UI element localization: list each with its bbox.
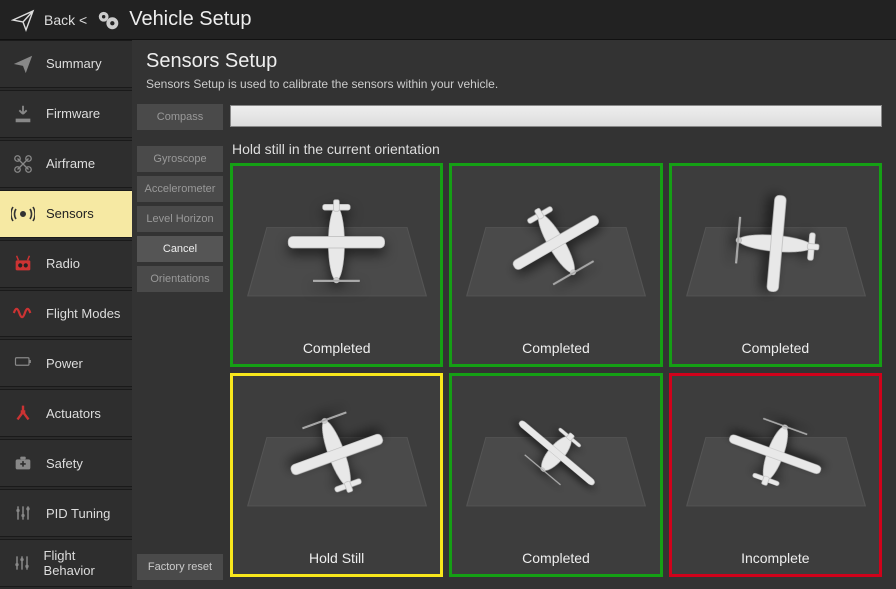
sidebar-item-flight-modes[interactable]: Flight Modes <box>0 290 132 338</box>
page-title: Sensors Setup <box>146 50 882 73</box>
vehicle-icon <box>268 186 405 301</box>
vehicle-icon <box>707 186 844 301</box>
sidebar-item-label: Airframe <box>46 156 95 171</box>
sidebar-item-label: Radio <box>46 256 80 271</box>
sidebar: Summary Firmware Airframe Sensors Radio <box>0 40 132 589</box>
battery-icon <box>10 350 36 376</box>
radio-icon <box>10 251 36 277</box>
page-section-title: Vehicle Setup <box>123 8 251 31</box>
download-icon <box>10 101 36 127</box>
vehicle-icon <box>488 186 625 301</box>
orientation-grid: Completed Completed Completed Hold Still… <box>230 163 888 581</box>
sliders-icon <box>10 550 34 576</box>
sidebar-item-summary[interactable]: Summary <box>0 40 132 88</box>
cancel-button[interactable]: Cancel <box>136 235 224 263</box>
orientation-cell-upside-down: Incomplete <box>669 373 882 577</box>
page-subtitle: Sensors Setup is used to calibrate the s… <box>146 77 882 91</box>
sidebar-item-sensors[interactable]: Sensors <box>0 190 132 238</box>
orientation-status: Completed <box>522 544 590 574</box>
orientation-cell-left-side: Completed <box>669 163 882 367</box>
waveform-icon <box>10 300 36 326</box>
sidebar-item-flight-behavior[interactable]: Flight Behavior <box>0 539 132 587</box>
sidebar-item-safety[interactable]: Safety <box>0 439 132 487</box>
orientation-status: Completed <box>522 334 590 364</box>
sidebar-item-label: Firmware <box>46 106 100 121</box>
gears-icon <box>93 5 123 35</box>
instruction-text: Hold still in the current orientation <box>230 133 888 163</box>
sidebar-item-label: Summary <box>46 56 102 71</box>
vehicle-icon <box>488 396 625 511</box>
sidebar-item-label: PID Tuning <box>46 506 110 521</box>
orientation-status: Hold Still <box>309 544 364 574</box>
drone-icon <box>10 151 36 177</box>
orientation-status: Completed <box>741 334 809 364</box>
gyroscope-button[interactable]: Gyroscope <box>136 145 224 173</box>
sensors-icon <box>10 201 36 227</box>
sidebar-item-label: Safety <box>46 456 83 471</box>
sidebar-item-label: Sensors <box>46 206 94 221</box>
content: Sensors Setup Sensors Setup is used to c… <box>132 40 896 589</box>
sidebar-item-airframe[interactable]: Airframe <box>0 140 132 188</box>
paper-plane-icon <box>10 51 36 77</box>
sidebar-item-label: Flight Behavior <box>44 548 122 578</box>
sidebar-item-radio[interactable]: Radio <box>0 240 132 288</box>
vehicle-icon <box>707 396 844 511</box>
orientation-cell-tail-down: Hold Still <box>230 373 443 577</box>
sidebar-item-label: Actuators <box>46 406 101 421</box>
safety-kit-icon <box>10 450 36 476</box>
sensor-buttons: Compass Gyroscope Accelerometer Level Ho… <box>132 103 224 581</box>
compass-button[interactable]: Compass <box>136 103 224 131</box>
back-button[interactable]: Back < <box>38 12 93 28</box>
orientation-cell-right-side: Completed <box>449 373 662 577</box>
actuator-icon <box>10 400 36 426</box>
sidebar-item-pid-tuning[interactable]: PID Tuning <box>0 489 132 537</box>
sliders-icon <box>10 500 36 526</box>
vehicle-icon <box>268 396 405 511</box>
main: Summary Firmware Airframe Sensors Radio <box>0 40 896 589</box>
orientation-status: Incomplete <box>741 544 809 574</box>
sidebar-item-firmware[interactable]: Firmware <box>0 90 132 138</box>
factory-reset-button[interactable]: Factory reset <box>136 553 224 581</box>
sidebar-item-power[interactable]: Power <box>0 339 132 387</box>
app-logo-icon <box>8 5 38 35</box>
orientation-cell-nose-down: Completed <box>449 163 662 367</box>
orientation-status: Completed <box>303 334 371 364</box>
orientation-cell-level: Completed <box>230 163 443 367</box>
level-horizon-button[interactable]: Level Horizon <box>136 205 224 233</box>
sidebar-item-label: Power <box>46 356 83 371</box>
sidebar-item-actuators[interactable]: Actuators <box>0 389 132 437</box>
compass-progress-bar <box>230 105 882 127</box>
sidebar-item-label: Flight Modes <box>46 306 120 321</box>
content-header: Sensors Setup Sensors Setup is used to c… <box>132 40 896 95</box>
topbar: Back < Vehicle Setup <box>0 0 896 40</box>
body: Compass Gyroscope Accelerometer Level Ho… <box>132 95 896 589</box>
orientations-button[interactable]: Orientations <box>136 265 224 293</box>
accelerometer-button[interactable]: Accelerometer <box>136 175 224 203</box>
calibration-panel: Hold still in the current orientation Co… <box>224 103 888 581</box>
